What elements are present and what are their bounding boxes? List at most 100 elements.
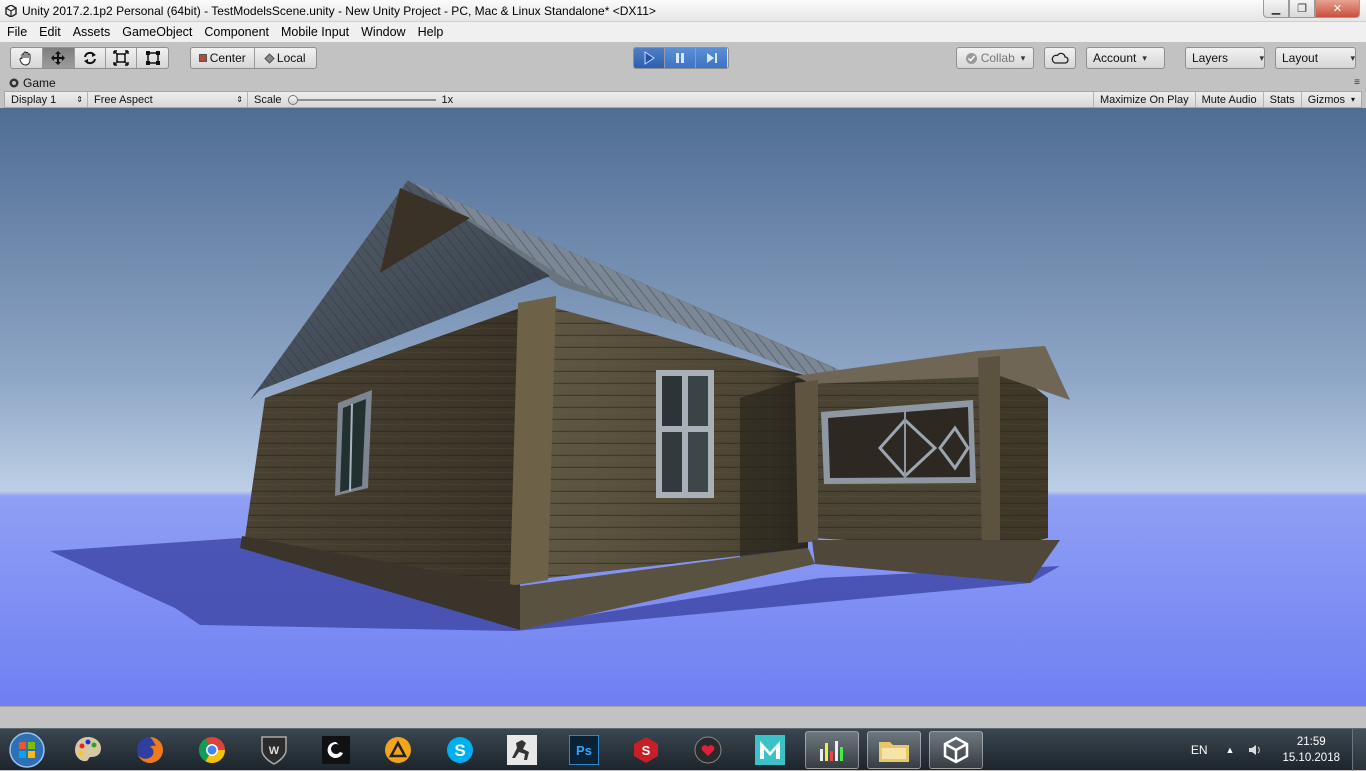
pivot-center-icon	[198, 54, 207, 62]
tab-game[interactable]: Game	[0, 76, 56, 90]
game-view-controls: Display 1 ⇕ Free Aspect ⇕ Scale 1x Maxim…	[4, 91, 1362, 108]
taskbar-app-substance-painter[interactable]: S	[619, 731, 673, 769]
clock-date: 15.10.2018	[1282, 752, 1340, 764]
taskbar-app-heart[interactable]	[681, 731, 735, 769]
menu-gameobject[interactable]: GameObject	[116, 25, 198, 39]
taskbar-app-unity[interactable]	[929, 731, 983, 769]
pause-icon	[676, 53, 684, 63]
rect-tool-button[interactable]	[137, 48, 168, 68]
scale-control: Scale 1x	[254, 93, 454, 106]
window-title: Unity 2017.2.1p2 Personal (64bit) - Test…	[22, 3, 656, 18]
scale-tool-button[interactable]	[106, 48, 138, 68]
transform-tools	[10, 47, 169, 69]
taskbar-app-artrage[interactable]	[61, 731, 115, 769]
firefox-icon	[137, 737, 163, 763]
svg-text:Ps: Ps	[576, 743, 592, 758]
taskbar-app-world-of-tanks[interactable]: W	[247, 731, 301, 769]
equalizer-icon	[820, 741, 843, 761]
taskbar-app-maya[interactable]	[743, 731, 797, 769]
pivot-local-button[interactable]: Local	[255, 48, 317, 68]
playmode-controls	[633, 47, 729, 69]
cloud-services-button[interactable]	[1044, 47, 1076, 69]
hand-tool-button[interactable]	[11, 48, 43, 68]
pivot-center-button[interactable]: Center	[191, 48, 255, 68]
zbrush-figure-icon	[507, 735, 537, 765]
tray-expand-arrow-icon[interactable]: ▲	[1226, 745, 1235, 755]
show-desktop-button[interactable]	[1352, 729, 1366, 771]
scene-render	[0, 108, 1366, 706]
updown-arrows-icon: ⇕	[236, 95, 243, 104]
volume-speaker-icon[interactable]	[1248, 743, 1262, 757]
hand-icon	[19, 51, 31, 66]
layout-dropdown[interactable]: Layout	[1275, 47, 1356, 69]
chevron-down-icon: ▾	[1350, 95, 1355, 104]
game-controller-icon	[9, 78, 19, 87]
pivot-toggles: Center Local	[190, 47, 317, 69]
menu-component[interactable]: Component	[198, 25, 275, 39]
aspect-select[interactable]: Free Aspect ⇕	[88, 92, 248, 107]
menu-mobile-input[interactable]: Mobile Input	[275, 25, 355, 39]
clock[interactable]: 21:59 15.10.2018	[1270, 734, 1352, 766]
display-select[interactable]: Display 1 ⇕	[5, 92, 88, 107]
rect-transform-icon	[145, 51, 160, 65]
taskbar-app-camtasia[interactable]	[309, 731, 363, 769]
taskbar-app-photoshop[interactable]: Ps	[557, 731, 611, 769]
local-cube-icon	[264, 52, 275, 64]
layers-dropdown[interactable]: Layers	[1185, 47, 1265, 69]
menu-help[interactable]: Help	[412, 25, 450, 39]
taskbar-app-archicad[interactable]	[371, 731, 425, 769]
menu-file[interactable]: File	[0, 25, 33, 39]
substance-icon: S	[634, 737, 658, 763]
menu-assets[interactable]: Assets	[67, 25, 117, 39]
unity-logo-icon	[4, 4, 18, 18]
maximize-on-play-toggle[interactable]: Maximize On Play	[1092, 92, 1195, 107]
start-button[interactable]	[0, 731, 54, 769]
taskbar-app-fl-studio[interactable]	[805, 731, 859, 769]
checkmark-circle-icon	[965, 52, 977, 64]
stats-toggle[interactable]: Stats	[1262, 92, 1301, 107]
step-icon	[706, 53, 717, 63]
cloud-icon	[1051, 52, 1069, 64]
rotate-icon	[83, 51, 96, 65]
windows-start-orb-icon	[9, 732, 45, 768]
account-dropdown[interactable]: Account	[1086, 47, 1165, 69]
taskbar-app-chrome[interactable]	[185, 731, 239, 769]
pause-button[interactable]	[665, 48, 696, 68]
collab-dropdown[interactable]: Collab	[956, 47, 1034, 69]
language-indicator[interactable]: EN	[1191, 743, 1208, 757]
menu-window[interactable]: Window	[355, 25, 411, 39]
status-bar	[0, 706, 1366, 728]
menu-edit[interactable]: Edit	[33, 25, 67, 39]
step-button[interactable]	[696, 48, 727, 68]
paint-palette-icon	[75, 737, 101, 762]
move-tool-button[interactable]	[42, 48, 75, 68]
updown-arrows-icon: ⇕	[76, 95, 83, 104]
windows-taskbar: W S Ps S EN ▲ 21:59 15.10.2018	[0, 728, 1366, 771]
photoshop-icon: Ps	[569, 735, 599, 765]
scale-slider-thumb[interactable]	[287, 94, 298, 105]
tab-options-menu-icon[interactable]: ≡	[1354, 77, 1360, 88]
mute-audio-toggle[interactable]: Mute Audio	[1194, 92, 1263, 107]
taskbar-app-zbrush[interactable]	[495, 731, 549, 769]
rotate-tool-button[interactable]	[75, 48, 107, 68]
taskbar-app-firefox[interactable]	[123, 731, 177, 769]
unity-icon	[943, 736, 969, 764]
wot-shield-icon: W	[261, 736, 287, 765]
scale-slider[interactable]	[287, 94, 436, 105]
maximize-button[interactable]: ❐	[1289, 0, 1315, 18]
taskbar-app-file-explorer[interactable]	[867, 731, 921, 769]
camtasia-icon	[322, 736, 350, 764]
folder-icon	[879, 742, 909, 762]
heart-icon	[694, 736, 722, 764]
taskbar-app-skype[interactable]: S	[433, 731, 487, 769]
gizmos-dropdown[interactable]: Gizmos ▾	[1300, 92, 1361, 107]
archicad-icon	[385, 737, 411, 763]
play-icon	[644, 51, 655, 65]
minimize-button[interactable]: ▁	[1263, 0, 1289, 18]
menu-bar: File Edit Assets GameObject Component Mo…	[0, 22, 1366, 42]
system-tray: EN ▲ 21:59 15.10.2018	[1191, 729, 1366, 771]
clock-time: 21:59	[1296, 736, 1326, 748]
game-viewport[interactable]	[0, 108, 1366, 706]
play-button[interactable]	[634, 48, 665, 68]
close-button[interactable]: ✕	[1315, 0, 1360, 18]
